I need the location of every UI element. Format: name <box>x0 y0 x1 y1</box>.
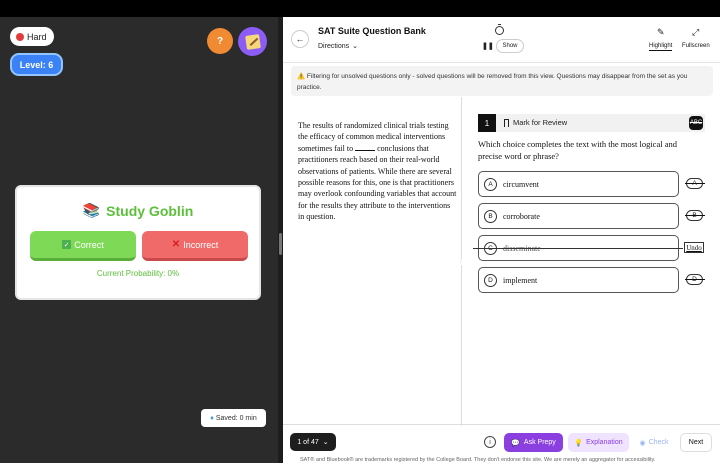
counter-label: 1 of 47 <box>297 438 319 446</box>
option-text: implement <box>503 275 538 285</box>
show-timer-button[interactable]: Show <box>496 39 524 53</box>
difficulty-badge[interactable]: Hard <box>10 27 54 46</box>
check-button[interactable]: ◉ Check <box>634 433 674 452</box>
mark-label: Mark for Review <box>513 118 568 127</box>
option-letter: A <box>484 177 497 191</box>
chevron-down-icon: ⌄ <box>322 439 329 446</box>
explanation-label: Explanation <box>586 439 623 446</box>
eliminate-b-button[interactable]: B <box>685 210 705 221</box>
info-icon[interactable]: i <box>484 436 496 448</box>
incorrect-button[interactable]: ✕ Incorrect <box>142 231 248 261</box>
lightbulb-icon: 💡 <box>574 439 584 447</box>
correct-label: Correct <box>74 239 104 250</box>
question-header-bar: 1 Mark for Review ABC <box>478 114 705 132</box>
directions-label: Directions <box>318 42 350 50</box>
card-title: 📚 Study Goblin <box>17 202 259 219</box>
pause-icon[interactable]: ❚❚ <box>482 42 494 50</box>
filter-banner: ⚠️ Filtering for unsolved questions only… <box>291 66 713 96</box>
bookmark-icon <box>504 118 509 127</box>
bottom-strip <box>0 463 283 468</box>
chat-icon: 💬 <box>511 439 520 447</box>
option-letter: D <box>484 273 497 287</box>
option-text: corroborate <box>503 211 540 221</box>
option-text: circumvent <box>503 179 539 189</box>
saved-badge: ♦ Saved: 0 min <box>201 409 266 427</box>
eliminate-d-button[interactable]: D <box>685 274 705 285</box>
question-navigator-button[interactable]: 1 of 47 ⌄ <box>290 433 336 451</box>
gem-icon: ♦ <box>210 414 214 422</box>
check-circle-icon: ◉ <box>639 439 646 447</box>
chevron-down-icon: ⌄ <box>352 43 358 50</box>
red-dot-icon <box>16 32 24 41</box>
directions-dropdown[interactable]: Directions ⌄ <box>318 42 358 51</box>
cross-icon: ✕ <box>171 239 181 250</box>
next-button[interactable]: Next <box>680 433 712 452</box>
card-title-text: Study Goblin <box>106 202 194 219</box>
passage-after: conclusions that practitioners reach bas… <box>298 143 457 222</box>
saved-label: Saved: 0 min <box>215 414 257 422</box>
option-a[interactable]: A circumvent <box>478 171 679 197</box>
expand-icon[interactable]: ⤢ <box>692 27 699 38</box>
show-label: Show <box>502 43 518 49</box>
question-bank-app: ← SAT Suite Question Bank Directions ⌄ ❚… <box>283 17 720 468</box>
page-title: SAT Suite Question Bank <box>318 26 426 36</box>
footer-divider <box>283 424 720 425</box>
explanation-button[interactable]: 💡 Explanation <box>568 433 629 452</box>
study-card: 📚 Study Goblin ✓ Correct ✕ Incorrect Cur… <box>15 185 261 300</box>
check-label: Check <box>648 439 669 446</box>
passage-blank <box>355 144 376 151</box>
notepad-button[interactable] <box>238 27 267 56</box>
help-button[interactable]: ? <box>207 28 233 54</box>
incorrect-label: Incorrect <box>183 239 219 250</box>
level-label: Level: 6 <box>19 59 54 70</box>
probability-text: Current Probability: 0% <box>96 269 180 278</box>
undo-eliminate-button[interactable]: Undo <box>684 242 704 253</box>
warning-icon: ⚠️ <box>297 73 306 80</box>
strikethrough-line <box>473 248 683 249</box>
eliminate-a-button[interactable]: A <box>685 178 705 189</box>
check-icon: ✓ <box>62 240 72 249</box>
pen-icon[interactable]: ✎ <box>657 27 665 38</box>
fullscreen-button[interactable]: Fullscreen <box>682 43 710 49</box>
option-d[interactable]: D implement <box>478 267 679 293</box>
notepad-icon <box>244 33 261 50</box>
app-header: ← SAT Suite Question Bank Directions ⌄ ❚… <box>283 17 720 63</box>
passage-text: The results of randomized clinical trial… <box>298 120 458 223</box>
timer-icon <box>495 24 504 35</box>
column-resize-handle[interactable]: ⋮ <box>458 258 464 265</box>
top-black-bar <box>0 0 720 17</box>
correct-button[interactable]: ✓ Correct <box>30 231 136 261</box>
disclaimer-text: SAT® and Bluebook® are trademarks regist… <box>300 457 656 463</box>
option-b[interactable]: B corroborate <box>478 203 679 229</box>
option-letter: B <box>484 209 497 223</box>
question-mark-icon: ? <box>216 35 224 47</box>
difficulty-label: Hard <box>27 31 47 42</box>
books-icon: 📚 <box>82 202 101 218</box>
question-prompt: Which choice completes the text with the… <box>478 139 677 161</box>
highlight-button[interactable]: Highlight <box>649 43 673 51</box>
arrow-left-icon: ← <box>295 34 305 44</box>
level-badge[interactable]: Level: 6 <box>10 53 63 76</box>
mark-for-review-button[interactable]: Mark for Review <box>504 118 567 127</box>
eliminator-toggle-button[interactable]: ABC <box>689 116 703 130</box>
question-number: 1 <box>478 114 496 132</box>
banner-text: Filtering for unsolved questions only - … <box>297 73 688 91</box>
ask-prepy-button[interactable]: 💬 Ask Prepy <box>504 433 563 452</box>
divider-grip-icon[interactable] <box>279 233 282 255</box>
ask-label: Ask Prepy <box>523 439 556 446</box>
back-button[interactable]: ← <box>291 30 309 48</box>
